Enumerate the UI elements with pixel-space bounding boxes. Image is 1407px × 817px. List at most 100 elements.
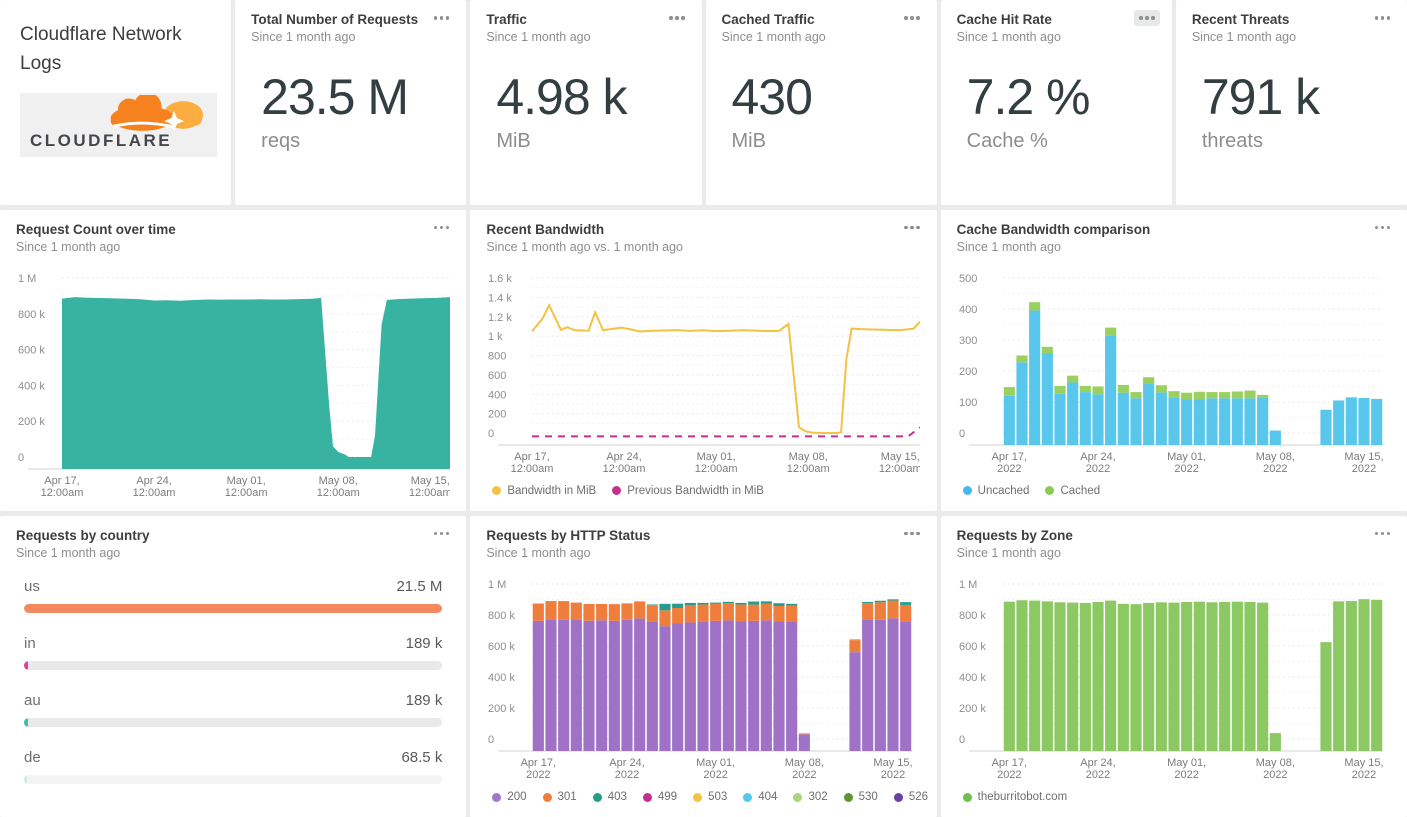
- country-label: in: [24, 634, 36, 652]
- svg-text:2022: 2022: [997, 463, 1021, 475]
- panel-title: Requests by HTTP Status: [486, 527, 651, 543]
- legend-item[interactable]: Bandwidth in MiB: [492, 485, 596, 497]
- svg-text:800 k: 800 k: [959, 610, 986, 622]
- legend-item[interactable]: Previous Bandwidth in MiB: [612, 485, 764, 497]
- svg-text:200 k: 200 k: [488, 703, 515, 715]
- panel-subtitle: Since 1 month ago: [16, 239, 121, 254]
- panel-title: Requests by country: [16, 527, 150, 543]
- panel-recent-bandwidth: Recent Bandwidth Since 1 month ago vs. 1…: [470, 209, 937, 511]
- svg-text:400 k: 400 k: [959, 672, 986, 684]
- panel-title: Traffic: [486, 12, 527, 27]
- svg-text:400 k: 400 k: [18, 380, 45, 392]
- legend-item[interactable]: 499: [642, 791, 677, 803]
- panel-menu-button[interactable]: [1134, 10, 1160, 26]
- stat-panel-total-requests: Total Number of Requests Since 1 month a…: [235, 0, 467, 205]
- panel-title: Cache Bandwidth comparison: [956, 221, 1151, 237]
- svg-text:800 k: 800 k: [18, 308, 45, 320]
- panel-subtitle: Since 1 month ago: [486, 545, 591, 560]
- zone-chart[interactable]: 1 M 800 k 600 k 400 k 200 k 0 Apr 17, 2022 Apr 2…: [957, 568, 1391, 785]
- country-value: 68.5 k: [401, 748, 443, 766]
- panel-cache-bandwidth-comparison: Cache Bandwidth comparison Since 1 month…: [940, 209, 1407, 511]
- panel-menu-button[interactable]: [899, 10, 925, 26]
- stat-unit: threats: [1201, 130, 1263, 152]
- svg-text:200: 200: [959, 366, 977, 378]
- legend-item[interactable]: 200: [492, 791, 527, 803]
- svg-text:2022: 2022: [881, 769, 905, 781]
- panel-menu-button[interactable]: [429, 10, 455, 26]
- legend-item[interactable]: Cached: [1045, 485, 1100, 497]
- legend-item[interactable]: theburritobot.com: [962, 791, 1067, 803]
- dashboard-title: Cloudflare Network Logs: [20, 24, 182, 75]
- svg-text:200 k: 200 k: [18, 416, 45, 428]
- country-bar[interactable]: [24, 774, 443, 784]
- panel-title: Cache Hit Rate: [956, 12, 1052, 27]
- recent-bandwidth-chart[interactable]: 1.6 k 1.4 k 1.2 k1 k 800 600 400 200 0 Apr 17, 12…: [486, 262, 921, 479]
- stat-panel-cache-hit-rate: Cache Hit Rate Since 1 month ago 7.2 % C…: [940, 0, 1172, 205]
- panel-menu-button[interactable]: [899, 526, 925, 542]
- country-row: de 68.5 k: [24, 748, 443, 784]
- svg-text:12:00am: 12:00am: [695, 463, 738, 475]
- country-bar-fill: [24, 603, 443, 613]
- svg-text:2022: 2022: [997, 769, 1021, 781]
- panel-title: Recent Bandwidth: [486, 221, 605, 237]
- svg-text:800: 800: [488, 350, 506, 362]
- legend-item[interactable]: 301: [542, 791, 577, 803]
- panel-menu-button[interactable]: [1370, 10, 1396, 26]
- country-bar[interactable]: [24, 660, 443, 670]
- panel-title: Request Count over time: [16, 221, 176, 237]
- panel-subtitle: Since 1 month ago: [16, 545, 121, 560]
- country-bar[interactable]: [24, 717, 443, 727]
- legend-dot-icon: [962, 792, 972, 802]
- svg-text:May 15,: May 15,: [874, 757, 913, 769]
- http-status-chart[interactable]: 1 M 800 k 600 k 400 k 200 k 0 Apr 17, 2022 Apr 2…: [486, 568, 920, 785]
- country-row: us 21.5 M: [24, 578, 443, 613]
- legend-item[interactable]: 503: [693, 791, 727, 803]
- svg-text:May 08,: May 08,: [1255, 757, 1294, 769]
- legend-item[interactable]: 404: [743, 791, 777, 803]
- country-row: in 189 k: [24, 634, 443, 670]
- panel-menu-button[interactable]: [1370, 526, 1396, 542]
- panel-menu-button[interactable]: [429, 220, 455, 236]
- svg-text:400: 400: [488, 389, 506, 401]
- stat-value: 4.98 k: [496, 69, 627, 125]
- panel-subtitle: Since 1 month ago: [956, 239, 1061, 254]
- request-count-chart[interactable]: 1 M 800 k 600 k 400 k 200 k 0 Apr 17, 12:00am Ap…: [16, 262, 450, 503]
- svg-text:2022: 2022: [792, 769, 816, 781]
- panel-menu-button[interactable]: [664, 10, 690, 26]
- legend-dot-icon: [743, 792, 753, 802]
- svg-text:0: 0: [959, 734, 965, 746]
- svg-text:May 15,: May 15,: [1344, 451, 1383, 463]
- panel-menu-button[interactable]: [899, 220, 925, 236]
- legend-dot-icon: [542, 792, 552, 802]
- svg-text:Apr 17,: Apr 17,: [991, 451, 1026, 463]
- svg-text:1.4 k: 1.4 k: [488, 292, 512, 304]
- svg-text:May 01,: May 01,: [227, 475, 266, 487]
- svg-text:2022: 2022: [1085, 769, 1109, 781]
- svg-text:1 k: 1 k: [488, 331, 503, 343]
- svg-text:2022: 2022: [615, 769, 639, 781]
- panel-menu-button[interactable]: [1370, 220, 1396, 236]
- stat-value: 23.5 M: [261, 69, 409, 125]
- panel-requests-by-zone: Requests by Zone Since 1 month ago 1 M 80…: [940, 515, 1407, 817]
- svg-text:200 k: 200 k: [959, 703, 986, 715]
- legend-item[interactable]: 526: [893, 791, 928, 803]
- legend-item[interactable]: Uncached: [962, 485, 1029, 497]
- cache-bandwidth-chart[interactable]: 500 400 300 200 100 0 Apr 17, 2022 Apr 24, 2022 Ma…: [957, 262, 1391, 479]
- stat-value: 7.2 %: [966, 69, 1091, 125]
- panel-subtitle: Since 1 month ago vs. 1 month ago: [486, 239, 683, 254]
- stat-value: 791 k: [1201, 69, 1320, 125]
- cloudflare-wordmark: CLOUDFLARE: [30, 130, 173, 150]
- legend-item[interactable]: 530: [843, 791, 878, 803]
- country-bar[interactable]: [24, 603, 443, 613]
- svg-text:100: 100: [959, 397, 977, 409]
- svg-text:May 08,: May 08,: [789, 451, 828, 463]
- legend-item[interactable]: 403: [592, 791, 627, 803]
- svg-text:2022: 2022: [526, 769, 550, 781]
- panel-subtitle: Since 1 month ago: [251, 30, 356, 44]
- panel-menu-button[interactable]: [429, 526, 455, 542]
- svg-text:2022: 2022: [1174, 463, 1198, 475]
- country-value: 189 k: [405, 634, 443, 652]
- legend-item[interactable]: 302: [793, 791, 828, 803]
- country-bar-fill: [24, 774, 27, 784]
- svg-text:1 M: 1 M: [488, 579, 506, 591]
